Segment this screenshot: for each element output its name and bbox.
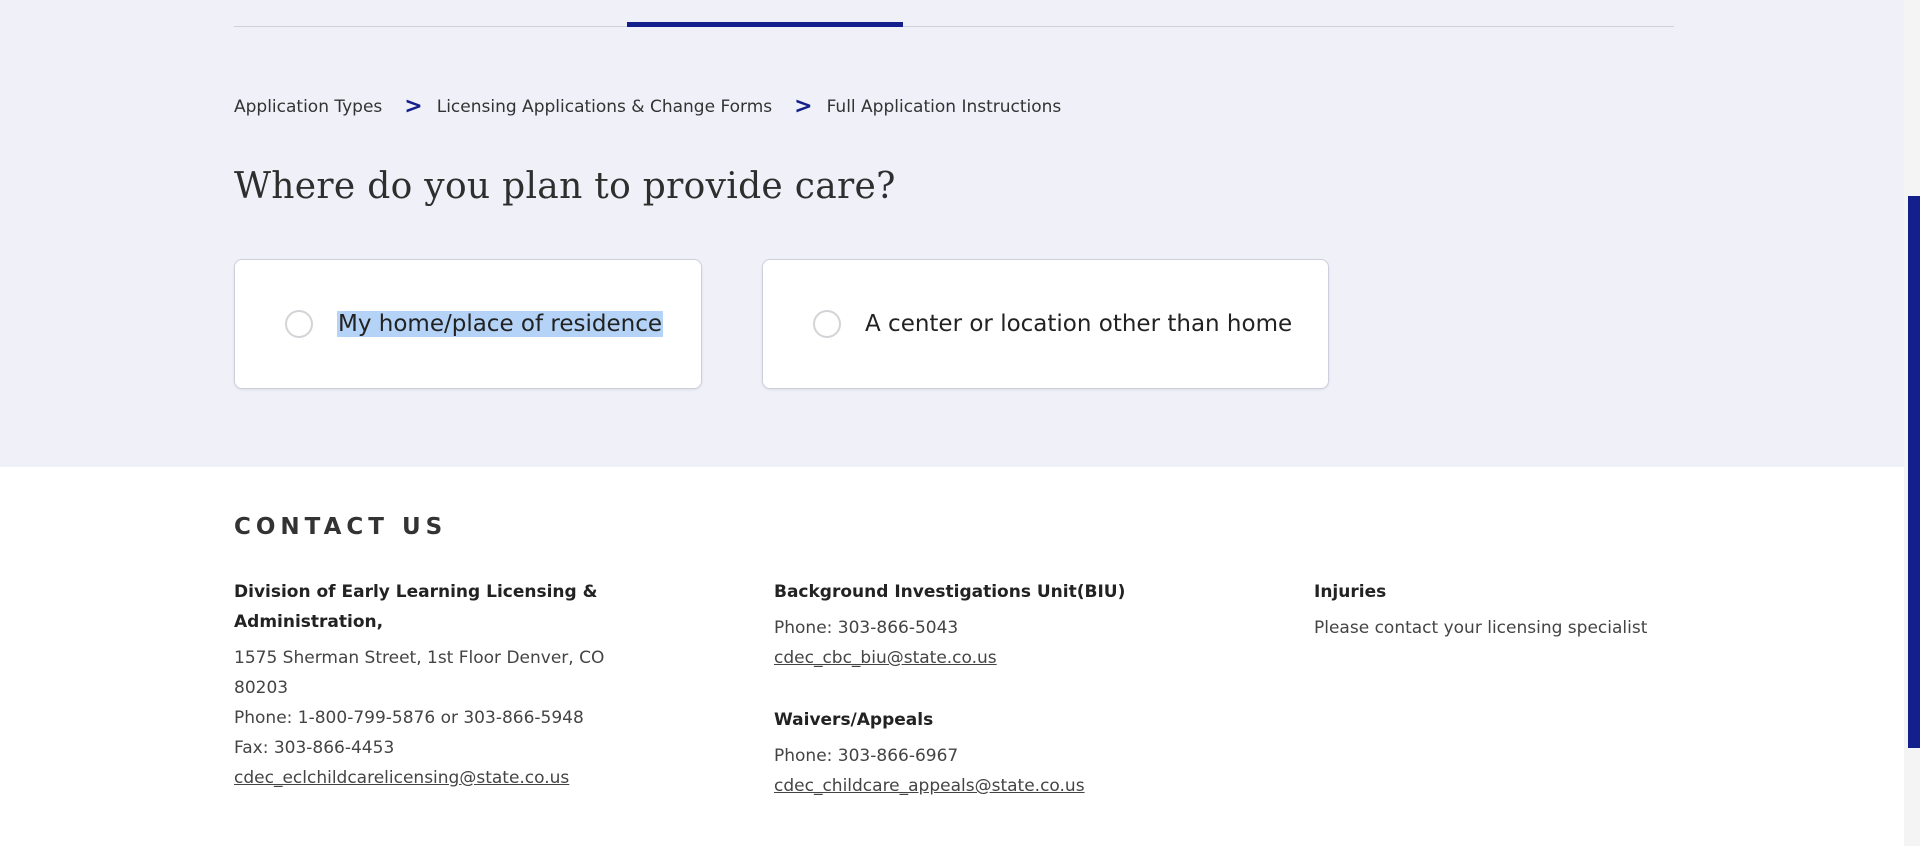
contact-heading: CONTACT US [234, 514, 448, 540]
injuries-title: Injuries [1314, 582, 1387, 602]
breadcrumb-licensing-applications[interactable]: Licensing Applications & Change Forms [437, 97, 772, 117]
breadcrumb-application-types[interactable]: Application Types [234, 97, 382, 117]
option-home-label: My home/place of residence [337, 311, 663, 337]
contact-biu: Background Investigations Unit(BIU) Phon… [774, 577, 1194, 673]
division-title: Division of Early Learning Licensing & A… [234, 582, 598, 632]
radio-center[interactable] [813, 310, 841, 338]
tab-bar-divider [234, 26, 1674, 27]
biu-title: Background Investigations Unit(BIU) [774, 582, 1126, 602]
scrollbar-thumb[interactable] [1908, 196, 1920, 748]
breadcrumb: Application Types > Licensing Applicatio… [234, 96, 1061, 118]
option-home-card[interactable]: My home/place of residence [234, 259, 702, 389]
breadcrumb-current-page: Full Application Instructions [826, 97, 1062, 117]
waivers-email-link[interactable]: cdec_childcare_appeals@state.co.us [774, 776, 1085, 796]
biu-email-link[interactable]: cdec_cbc_biu@state.co.us [774, 648, 997, 668]
division-phone: Phone: 1-800-799-5876 or 303-866-5948 [234, 708, 584, 728]
contact-division: Division of Early Learning Licensing & A… [234, 577, 614, 793]
division-address: 1575 Sherman Street, 1st Floor Denver, C… [234, 648, 605, 698]
waivers-title: Waivers/Appeals [774, 710, 934, 730]
page: Application Types > Licensing Applicatio… [0, 0, 1920, 846]
page-title: Where do you plan to provide care? [234, 166, 896, 207]
active-tab-indicator [627, 22, 903, 27]
division-email-link[interactable]: cdec_eclchildcarelicensing@state.co.us [234, 768, 569, 788]
option-center-card[interactable]: A center or location other than home [762, 259, 1329, 389]
contact-injuries: Injuries Please contact your licensing s… [1314, 577, 1734, 643]
chevron-right-icon: > [794, 94, 813, 119]
contact-biu-waivers: Background Investigations Unit(BIU) Phon… [774, 577, 1194, 801]
waivers-phone: Phone: 303-866-6967 [774, 746, 959, 766]
biu-phone: Phone: 303-866-5043 [774, 618, 959, 638]
injuries-text: Please contact your licensing specialist [1314, 618, 1648, 638]
form-section: Application Types > Licensing Applicatio… [0, 0, 1904, 467]
radio-home[interactable] [285, 310, 313, 338]
contact-waivers: Waivers/Appeals Phone: 303-866-6967 cdec… [774, 705, 1194, 801]
division-fax: Fax: 303-866-4453 [234, 738, 395, 758]
chevron-right-icon: > [404, 94, 423, 119]
option-center-label: A center or location other than home [865, 311, 1293, 337]
